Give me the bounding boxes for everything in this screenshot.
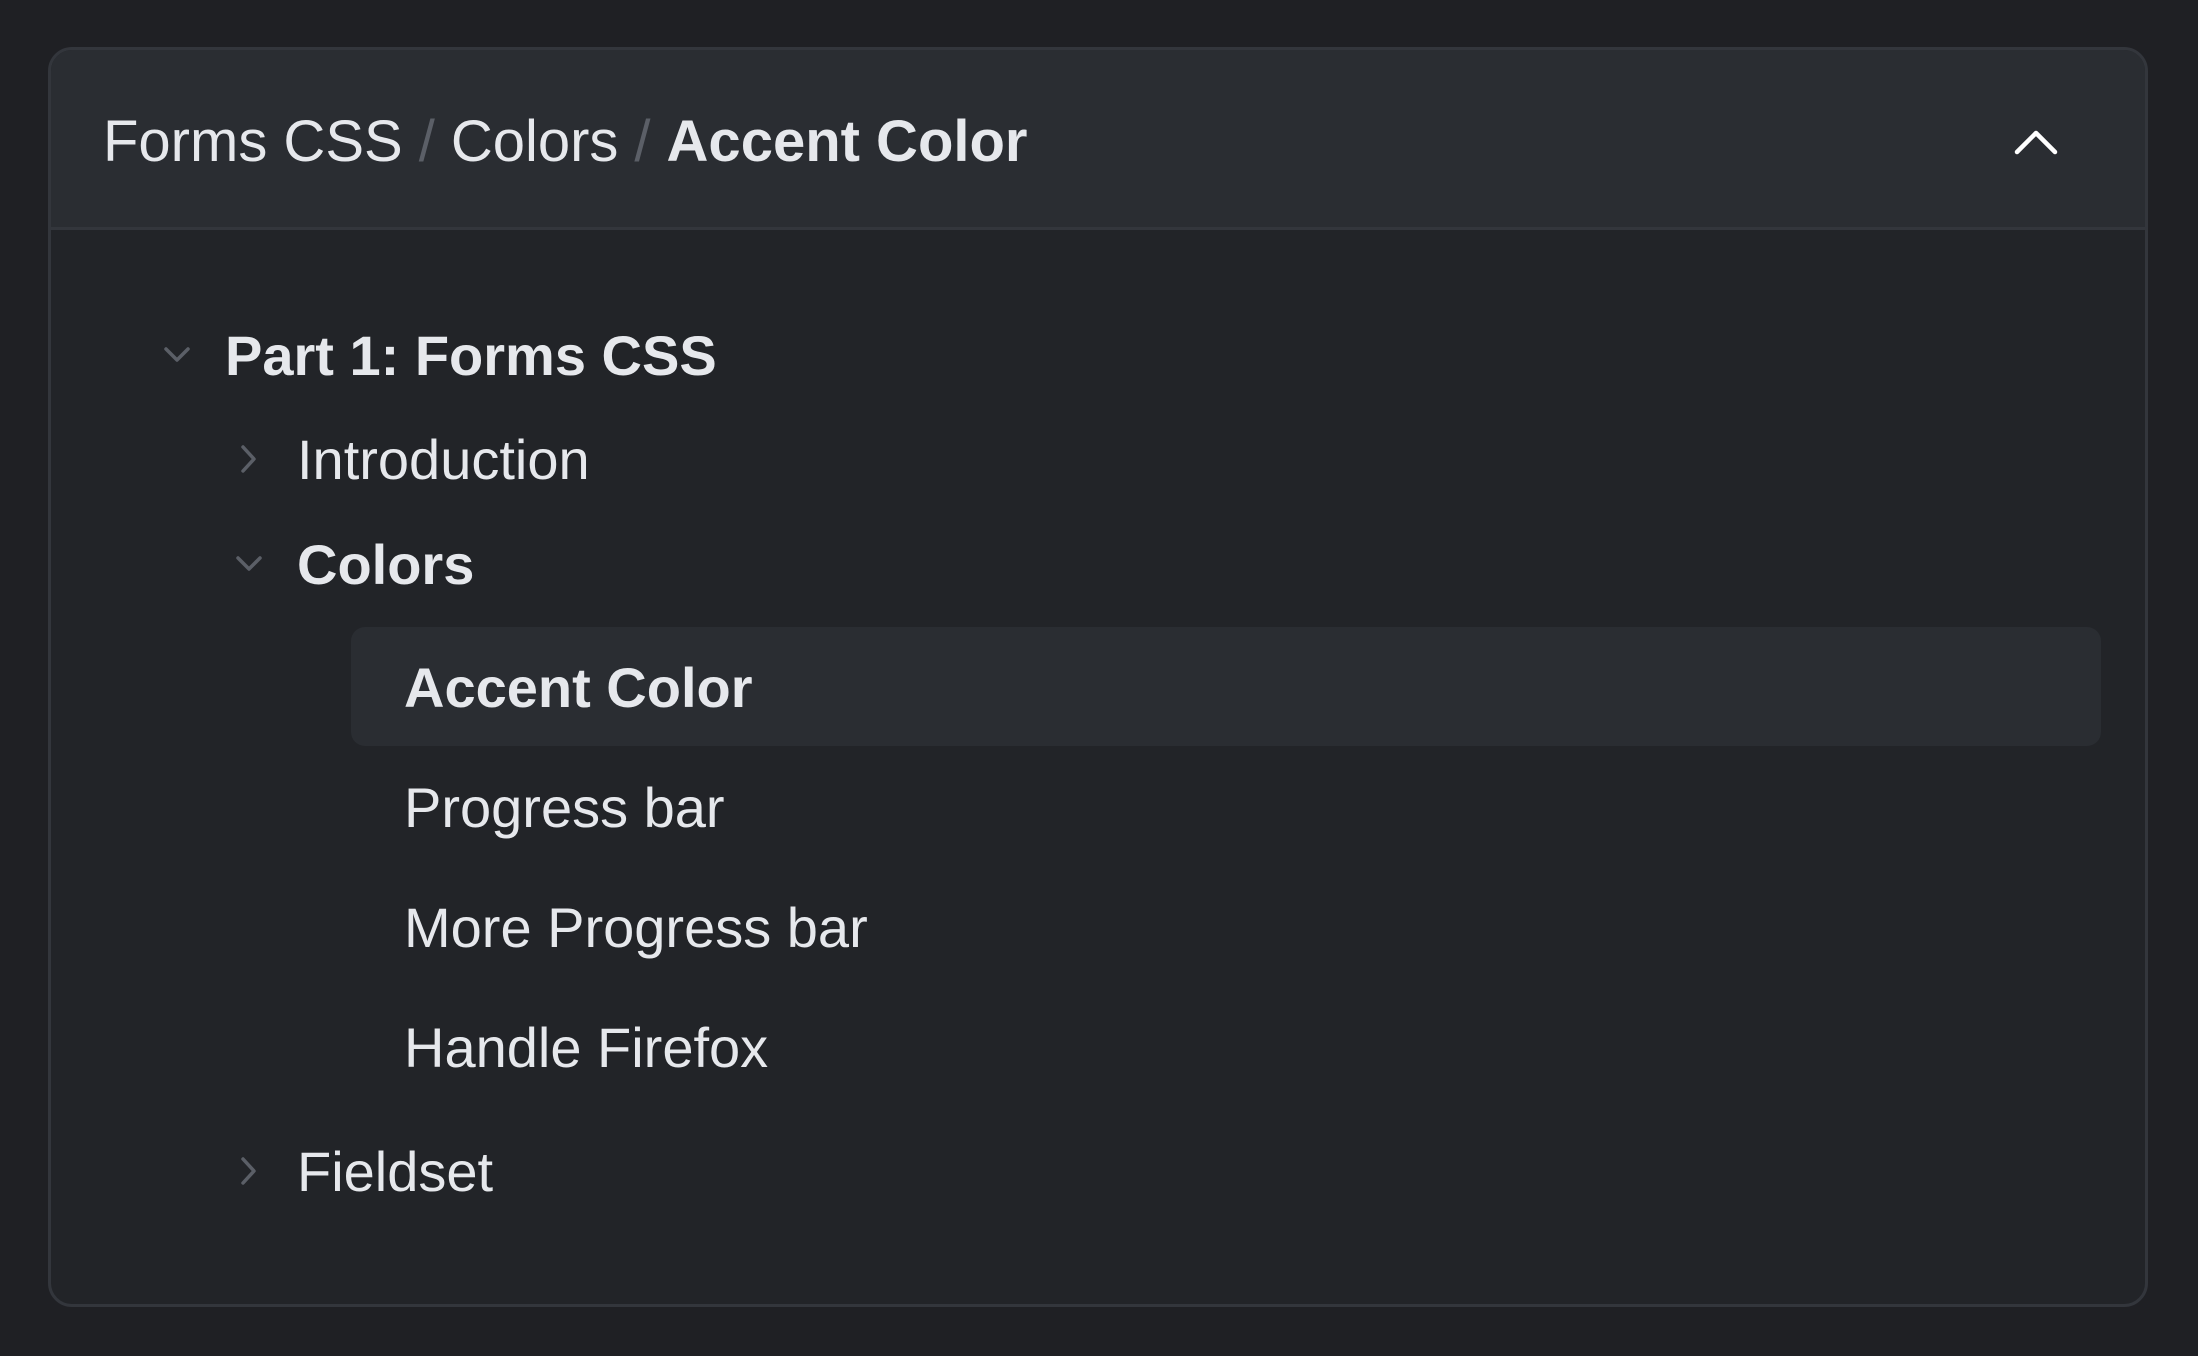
breadcrumb-item-colors[interactable]: Colors xyxy=(451,108,619,175)
tree-section-label: Colors xyxy=(297,532,475,596)
chevron-up-icon xyxy=(2014,130,2058,155)
tree-item-label: Accent Color xyxy=(404,655,753,719)
breadcrumb-item-current: Accent Color xyxy=(666,108,1028,174)
tree-part-label: Part 1: Forms CSS xyxy=(225,323,717,387)
tree-item-progress-bar[interactable]: Progress bar xyxy=(404,762,725,852)
tree-item-more-progress-bar[interactable]: More Progress bar xyxy=(404,882,868,972)
breadcrumb-item-forms-css[interactable]: Forms CSS xyxy=(103,108,403,175)
tree-item-label: Handle Firefox xyxy=(404,1015,769,1079)
tree-item-label: Progress bar xyxy=(404,775,725,839)
breadcrumb-separator: / xyxy=(418,108,435,174)
breadcrumb: Forms CSS / Colors / Accent Color xyxy=(103,106,1028,176)
collapse-button[interactable] xyxy=(2005,110,2067,172)
breadcrumb-separator: / xyxy=(634,108,651,174)
tree-item-label: More Progress bar xyxy=(404,895,868,959)
tree-item-handle-firefox[interactable]: Handle Firefox xyxy=(404,1002,768,1092)
course-outline-card: Forms CSS / Colors / Accent Color Part 1… xyxy=(48,47,2148,1307)
tree-section-introduction[interactable]: Introduction xyxy=(231,414,590,504)
chevron-right-icon[interactable] xyxy=(231,1153,267,1189)
chevron-down-icon[interactable] xyxy=(159,337,195,373)
tree-section-label: Fieldset xyxy=(297,1139,494,1203)
chevron-right-icon[interactable] xyxy=(231,441,267,477)
tree-part-1[interactable]: Part 1: Forms CSS xyxy=(159,310,717,400)
tree-section-label: Introduction xyxy=(297,427,590,491)
tree-section-fieldset[interactable]: Fieldset xyxy=(231,1126,493,1216)
tree-section-colors[interactable]: Colors xyxy=(231,519,474,609)
chevron-down-icon[interactable] xyxy=(231,546,267,582)
tree-item-accent-color[interactable]: Accent Color xyxy=(404,642,753,732)
outline-tree: Part 1: Forms CSS Introduction Colors Ac… xyxy=(51,230,2145,1304)
card-header[interactable]: Forms CSS / Colors / Accent Color xyxy=(51,50,2145,230)
